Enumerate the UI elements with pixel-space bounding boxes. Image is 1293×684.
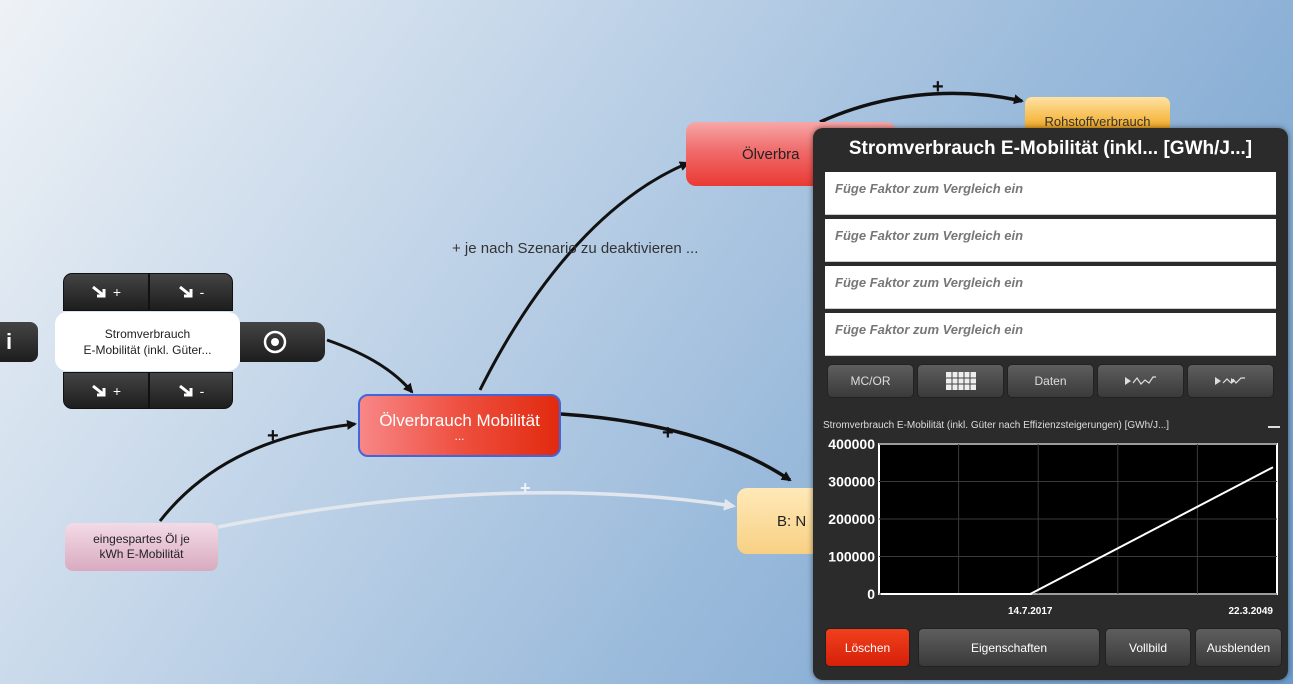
decrease-minus-button[interactable]: -	[149, 372, 233, 409]
node-label: Ölverbra	[742, 145, 800, 163]
plus-label: +	[112, 284, 122, 300]
play-curve-icon	[1124, 376, 1156, 385]
edge-plus-sign: +	[662, 422, 674, 444]
chart-series-label: Stromverbrauch E-Mobilität (inkl. Güter …	[823, 420, 1170, 431]
fullscreen-button[interactable]: Vollbild	[1105, 628, 1191, 667]
mcor-label: MC/OR	[850, 374, 891, 388]
compare-factor-field[interactable]: Füge Faktor zum Vergleich ein	[825, 219, 1276, 262]
increase-plus-button[interactable]: +	[63, 273, 149, 311]
increase-minus-button[interactable]: -	[149, 273, 233, 311]
y-tick-label: 400000	[828, 436, 875, 452]
properties-label: Eigenschaften	[970, 640, 1048, 655]
data-label: Daten	[1034, 374, 1067, 388]
arrow-down-right-icon	[91, 285, 106, 298]
decrease-plus-button[interactable]: +	[63, 372, 149, 409]
x-tick-label: 14.7.2017	[1008, 606, 1053, 617]
node-label-line1: Stromverbrauch	[104, 326, 191, 341]
node-stromverbrauch-e-mobilitaet[interactable]: Stromverbrauch E-Mobilität (inkl. Güter.…	[55, 312, 240, 371]
model-canvas[interactable]: + je nach Szenario zu deaktivieren ... +…	[0, 0, 1293, 684]
x-tick-label: 22.3.2049	[1229, 606, 1274, 617]
node-label-line2: E-Mobilität (inkl. Güter...	[83, 342, 212, 357]
edge-plus-sign: +	[267, 425, 279, 447]
edge-oelverbr-to-rohstoff[interactable]	[819, 91, 1024, 124]
edge-plus-sign: +	[932, 76, 944, 98]
edge-main-to-b[interactable]	[560, 412, 792, 482]
edge-strom-to-main[interactable]	[326, 338, 414, 394]
node-label-line1: eingespartes Öl je	[93, 532, 190, 546]
edge-main-to-oelverbr[interactable]	[478, 161, 690, 391]
fullscreen-label: Vollbild	[1128, 640, 1168, 655]
y-tick-label: 300000	[828, 474, 875, 490]
mcor-button[interactable]: MC/OR	[827, 364, 914, 398]
y-tick-label: 200000	[828, 511, 875, 527]
node-label: Rohstoffverbrauch	[1044, 114, 1151, 129]
edge-oel-to-b-disabled[interactable]	[217, 490, 736, 529]
node-label: B: N	[777, 512, 807, 530]
y-tick-label: 0	[867, 586, 875, 602]
node-eingespartes-oel[interactable]: eingespartes Öl je kWh E-Mobilität	[65, 523, 218, 571]
edge-plus-sign-disabled: +	[520, 478, 531, 498]
play-compare-icon	[1214, 377, 1245, 385]
plus-label: +	[112, 382, 122, 399]
compare-factor-field[interactable]: Füge Faktor zum Vergleich ein	[825, 313, 1276, 356]
hide-button[interactable]: Ausblenden	[1195, 628, 1282, 667]
legend-line	[1268, 426, 1280, 428]
data-button[interactable]: Daten	[1007, 364, 1094, 398]
compare-factor-field[interactable]: Füge Faktor zum Vergleich ein	[825, 172, 1276, 215]
node-label: Ölverbrauch Mobilität	[379, 410, 540, 430]
arrow-down-right-icon	[178, 285, 193, 298]
y-tick-label: 100000	[828, 549, 875, 565]
line-chart: 0 100000 200000 300000 400000 14.7.2017 22.3.2…	[828, 436, 1278, 617]
edge-oel-to-main[interactable]	[158, 419, 357, 522]
delete-button[interactable]: Löschen	[825, 628, 910, 667]
connect-target-button[interactable]	[240, 322, 325, 362]
minus-label: -	[199, 284, 205, 300]
info-icon: i	[6, 329, 13, 354]
info-button[interactable]: i	[0, 322, 38, 362]
play-curve-button[interactable]	[1097, 364, 1184, 398]
play-compare-button[interactable]	[1187, 364, 1274, 398]
panel-title: Stromverbrauch E-Mobilität (inkl... [GWh…	[848, 138, 1253, 159]
node-label-line2: kWh E-Mobilität	[99, 547, 184, 561]
node-oelverbrauch-mobilitaet[interactable]: Ölverbrauch Mobilität ...	[358, 394, 561, 457]
compare-factor-field[interactable]: Füge Faktor zum Vergleich ein	[825, 266, 1276, 309]
table-button[interactable]	[917, 364, 1004, 398]
minus-label: -	[199, 382, 205, 399]
target-icon	[263, 330, 286, 354]
arrow-down-right-icon	[91, 384, 106, 396]
factor-detail-panel: Stromverbrauch E-Mobilität (inkl... [GWh…	[813, 128, 1288, 680]
arrow-down-right-icon	[178, 384, 193, 396]
node-dots: ...	[454, 428, 465, 443]
properties-button[interactable]: Eigenschaften	[918, 628, 1100, 667]
hide-label: Ausblenden	[1206, 640, 1271, 655]
edge-label-scenario: + je nach Szenario zu deaktivieren ...	[452, 240, 699, 257]
delete-label: Löschen	[844, 640, 891, 655]
table-grid-icon	[945, 372, 976, 390]
